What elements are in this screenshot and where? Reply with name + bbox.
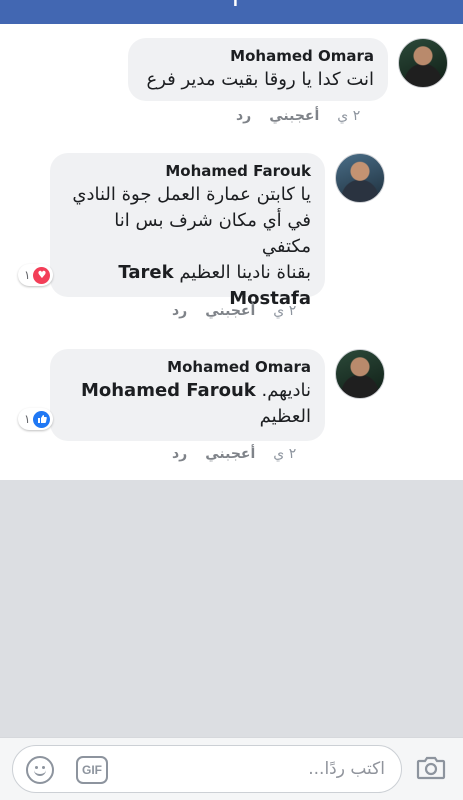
comment-text: ناديهم. Mohamed Farouk العظيم bbox=[64, 378, 311, 430]
reply-placeholder: اكتب ردًا... bbox=[308, 759, 385, 779]
comment-time: ٢ ي bbox=[337, 108, 361, 124]
thumbs-up-icon bbox=[33, 410, 51, 428]
like-button[interactable]: أعجبني bbox=[205, 446, 255, 462]
reply-button[interactable]: رد bbox=[172, 446, 187, 462]
comment-text-line: ناديهم. Mohamed Farouk bbox=[64, 378, 311, 404]
comment-text-line: يا كابتن عمارة العمل جوة النادي bbox=[72, 184, 311, 205]
reaction-count-badge[interactable]: ١ bbox=[18, 408, 54, 430]
comment-text-line: العظيم bbox=[259, 406, 311, 427]
mention-link[interactable]: Mohamed Farouk bbox=[81, 380, 256, 401]
comment-bubble[interactable]: Mohamed Omara ناديهم. Mohamed Farouk الع… bbox=[50, 349, 325, 441]
top-bar-glyph: ا bbox=[233, 0, 238, 10]
comment-author[interactable]: Mohamed Farouk bbox=[64, 162, 311, 180]
comment-bubble[interactable]: Mohamed Farouk يا كابتن عمارة العمل جوة … bbox=[50, 153, 325, 309]
comment-actions: رد أعجبني ٢ ي bbox=[172, 446, 296, 462]
reaction-count: ١ bbox=[24, 412, 31, 426]
reaction-count: ١ bbox=[24, 268, 31, 282]
avatar[interactable] bbox=[398, 38, 448, 88]
comment-actions: رد أعجبني ٢ ي bbox=[236, 108, 360, 124]
comment-text-segment: ناديهم. bbox=[261, 380, 311, 401]
emoji-icon[interactable] bbox=[26, 756, 54, 784]
comment-text: يا كابتن عمارة العمل جوة النادي في أي مك… bbox=[64, 182, 311, 312]
comment-time: ٢ ي bbox=[273, 446, 297, 462]
comment-text: انت كدا يا روقا بقيت مدير فرع bbox=[146, 69, 374, 90]
like-button[interactable]: أعجبني bbox=[205, 303, 255, 319]
comment-text-segment: بقناة نادينا العظيم bbox=[179, 262, 311, 283]
comment-author[interactable]: Mohamed Omara bbox=[142, 47, 374, 65]
comment-author[interactable]: Mohamed Omara bbox=[64, 358, 311, 376]
reaction-count-badge[interactable]: ١ ♥ bbox=[18, 264, 54, 286]
reply-button[interactable]: رد bbox=[172, 303, 187, 319]
avatar[interactable] bbox=[335, 153, 385, 203]
reply-composer: GIF اكتب ردًا... bbox=[0, 737, 463, 800]
comment-actions: رد أعجبني ٢ ي bbox=[172, 303, 296, 319]
comment-bubble[interactable]: Mohamed Omara انت كدا يا روقا بقيت مدير … bbox=[128, 38, 388, 101]
reply-button[interactable]: رد bbox=[236, 108, 251, 124]
top-bar: ا bbox=[0, 0, 463, 24]
reply-input[interactable]: GIF اكتب ردًا... bbox=[12, 745, 402, 793]
comment-time: ٢ ي bbox=[273, 303, 297, 319]
like-button[interactable]: أعجبني bbox=[269, 108, 319, 124]
empty-area bbox=[0, 480, 463, 737]
heart-icon: ♥ bbox=[33, 266, 51, 284]
camera-icon[interactable] bbox=[416, 755, 446, 781]
gif-icon[interactable]: GIF bbox=[76, 756, 108, 784]
comment-text-line: في أي مكان شرف بس انا مكتفي bbox=[114, 210, 311, 257]
avatar[interactable] bbox=[335, 349, 385, 399]
